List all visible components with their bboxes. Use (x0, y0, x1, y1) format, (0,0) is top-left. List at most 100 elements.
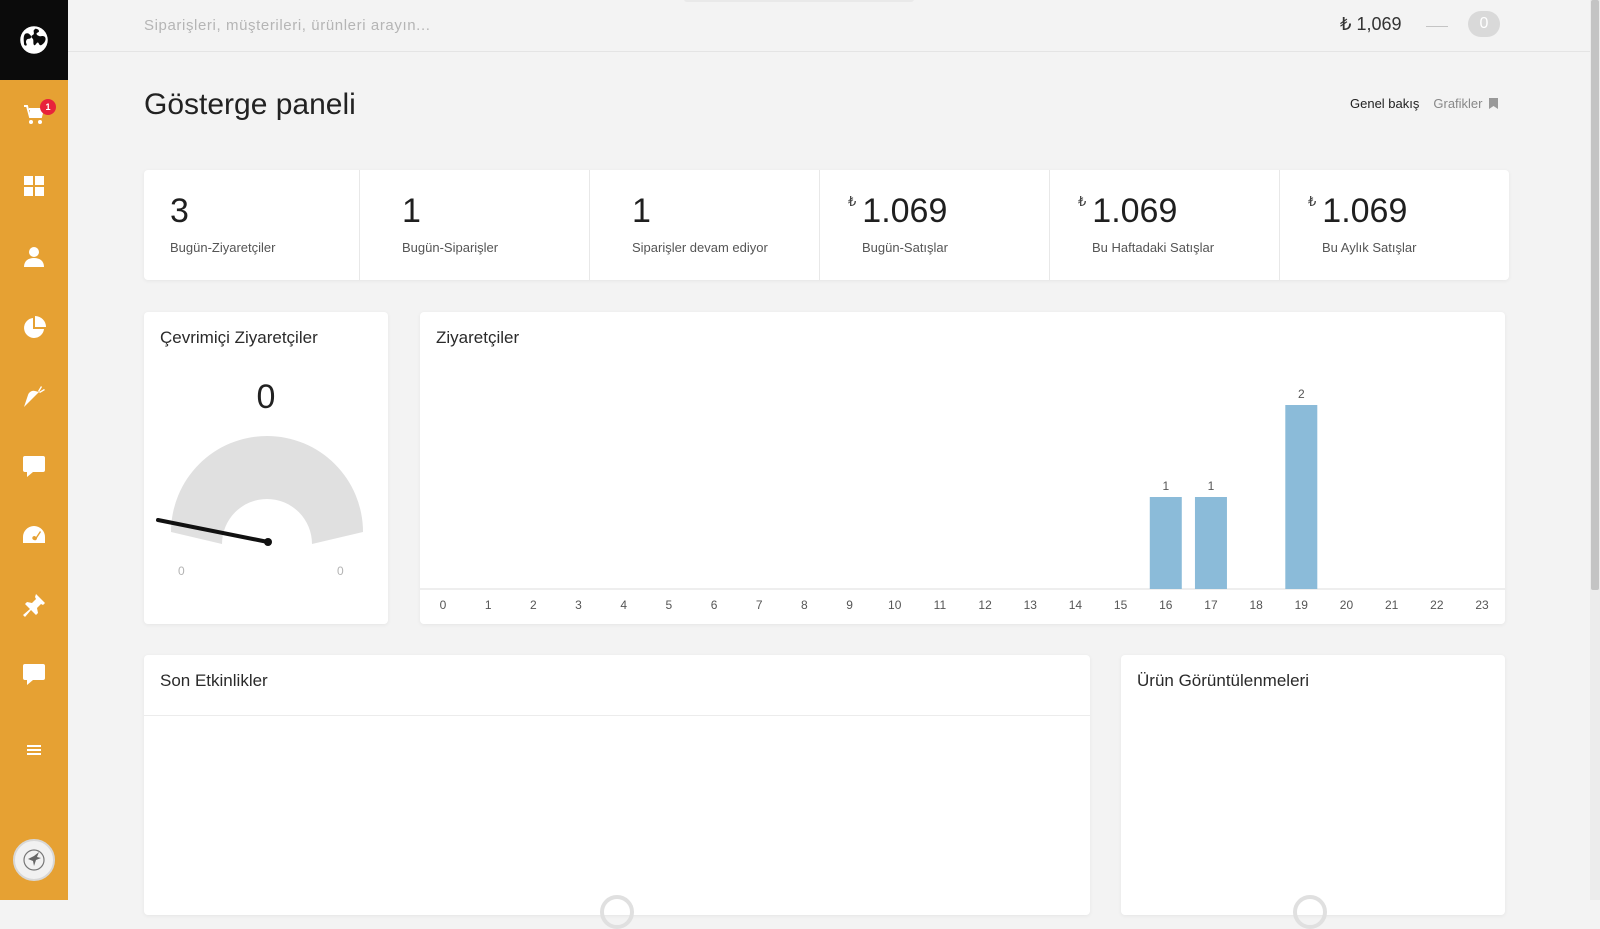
stat-value: ₺ 1.069 (1078, 192, 1177, 231)
menu-icon (27, 745, 41, 755)
topbar: ₺ 1,069 0 (68, 0, 1590, 52)
stat-label: Bugün-Siparişler (402, 240, 499, 255)
bar[interactable] (1194, 497, 1227, 589)
bookmark-icon (1488, 98, 1498, 109)
x-tick-label: 7 (756, 598, 763, 612)
x-tick-label: 0 (440, 598, 447, 612)
tab-overview[interactable]: Genel bakış (1350, 96, 1419, 111)
stats-strip: 3 Bugün-Ziyaretçiler 1 Bugün-Siparişler … (144, 170, 1509, 280)
bar[interactable] (1285, 405, 1318, 589)
page-title: Gösterge paneli (144, 88, 356, 121)
visitors-bar-chart: 0 1 2 3 4 5 6 7 8 9 10 11 12 13 14 15 16117118 19220 21 22 2… (420, 387, 1505, 612)
sidebar-item-stats[interactable] (0, 303, 68, 353)
x-tick-label: 14 (1069, 598, 1083, 612)
notification-badge[interactable]: 0 (1468, 11, 1500, 37)
x-tick-label: 12 (978, 598, 992, 612)
gauge-max-label: 0 (337, 564, 344, 578)
globe-logo[interactable] (0, 0, 68, 80)
stat-today-orders[interactable]: 1 Bugün-Siparişler (360, 170, 590, 280)
gauge-min-label: 0 (178, 564, 185, 578)
stat-number: 1 (402, 192, 421, 230)
x-tick-label: 15 (1114, 598, 1128, 612)
sidebar-item-comments[interactable] (0, 441, 68, 491)
user-icon (24, 247, 44, 267)
stat-value: ₺ 1.069 (1308, 192, 1407, 231)
card-title: Son Etkinlikler (160, 671, 268, 690)
sidebar-item-more[interactable] (0, 725, 68, 775)
x-tick-label: 22 (1430, 598, 1444, 612)
stat-value: 3 (170, 192, 189, 231)
stat-label: Siparişler devam ediyor (632, 240, 768, 255)
tab-charts-label: Grafikler (1433, 96, 1483, 111)
bar[interactable] (1149, 497, 1182, 589)
x-tick-label: 20 (1340, 598, 1354, 612)
sidebar-item-performance[interactable] (0, 510, 68, 560)
cart-count-badge: 1 (40, 99, 56, 115)
stat-number: 1.069 (1092, 192, 1178, 230)
dashboard-grid-icon (24, 176, 44, 196)
stat-label: Bu Aylık Satışlar (1322, 240, 1417, 255)
tab-charts[interactable]: Grafikler (1433, 96, 1498, 111)
stat-monthly-sales[interactable]: ₺ 1.069 Bu Aylık Satışlar (1280, 170, 1509, 280)
x-tick-label: 3 (575, 598, 582, 612)
x-tick-label: 5 (666, 598, 673, 612)
currency-symbol: ₺ (1308, 194, 1317, 209)
x-tick-label: 18 (1249, 598, 1263, 612)
stat-label: Bu Haftadaki Satışlar (1092, 240, 1215, 255)
balance-divider (1426, 26, 1448, 27)
sidebar-item-dashboard[interactable] (0, 161, 68, 211)
sidebar-item-customers[interactable] (0, 232, 68, 282)
x-tick-label: 6 (711, 598, 718, 612)
page-tabs: Genel bakış Grafikler (1350, 96, 1498, 111)
pie-chart-icon (24, 316, 46, 338)
product-views-card: Ürün Görüntülenmeleri (1121, 655, 1505, 929)
stat-value: ₺ 1.069 (848, 192, 947, 231)
x-tick-label: 4 (620, 598, 627, 612)
stat-number: 1.069 (862, 192, 948, 230)
gauge-hub (264, 538, 272, 546)
speedometer-icon (23, 526, 45, 543)
stat-orders-in-progress[interactable]: 1 Siparişler devam ediyor (590, 170, 820, 280)
search-input[interactable] (144, 12, 564, 38)
online-visitors-card: Çevrimiçi Ziyaretçiler 0 0 0 (144, 312, 388, 624)
carrot-icon (24, 386, 45, 407)
bar-data-label: 1 (1208, 479, 1215, 493)
stat-weekly-sales[interactable]: ₺ 1.069 Bu Haftadaki Satışlar (1050, 170, 1280, 280)
x-tick-label: 19 (1295, 598, 1309, 612)
loading-spinner (600, 895, 634, 929)
visitors-chart-card: Ziyaretçiler 0 1 2 3 4 5 6 7 8 9 10 11 12 13 14 15 16 1 17… (420, 312, 1505, 624)
sidebar-item-modules[interactable] (0, 580, 68, 630)
loading-spinner (1293, 895, 1327, 929)
bar-data-label: 2 (1298, 387, 1305, 401)
x-tick-label: 1 (485, 598, 492, 612)
x-tick-label: 2 (530, 598, 537, 612)
x-tick-label: 9 (846, 598, 853, 612)
currency-symbol: ₺ (848, 194, 857, 209)
stat-value: 1 (632, 192, 651, 231)
avatar[interactable] (13, 839, 55, 881)
stat-today-sales[interactable]: ₺ 1.069 Bugün-Satışlar (820, 170, 1050, 280)
stat-number: 1 (632, 192, 651, 230)
x-tick-label: 21 (1385, 598, 1399, 612)
sidebar-item-catalog[interactable] (0, 372, 68, 422)
stat-label: Bugün-Ziyaretçiler (170, 240, 276, 255)
stat-today-visitors[interactable]: 3 Bugün-Ziyaretçiler (144, 170, 360, 280)
x-tick-label: 16 (1159, 598, 1173, 612)
sidebar: 1 (0, 0, 68, 900)
x-tick-label: 23 (1475, 598, 1489, 612)
header-tab-hint (684, 0, 914, 2)
x-tick-label: 10 (888, 598, 902, 612)
stat-number: 1.069 (1322, 192, 1408, 230)
sidebar-item-messages[interactable] (0, 649, 68, 699)
hummingbird-icon (23, 849, 45, 871)
card-divider (144, 715, 1090, 716)
chat-icon (23, 664, 45, 685)
x-tick-label: 8 (801, 598, 808, 612)
sidebar-item-orders[interactable]: 1 (0, 90, 68, 140)
balance-amount[interactable]: ₺ 1,069 (1340, 14, 1402, 35)
bar-data-label: 1 (1162, 479, 1169, 493)
x-tick-label: 13 (1024, 598, 1038, 612)
card-title: Ürün Görüntülenmeleri (1137, 671, 1309, 690)
comment-icon (23, 456, 45, 477)
scrollbar-thumb[interactable] (1591, 0, 1599, 590)
